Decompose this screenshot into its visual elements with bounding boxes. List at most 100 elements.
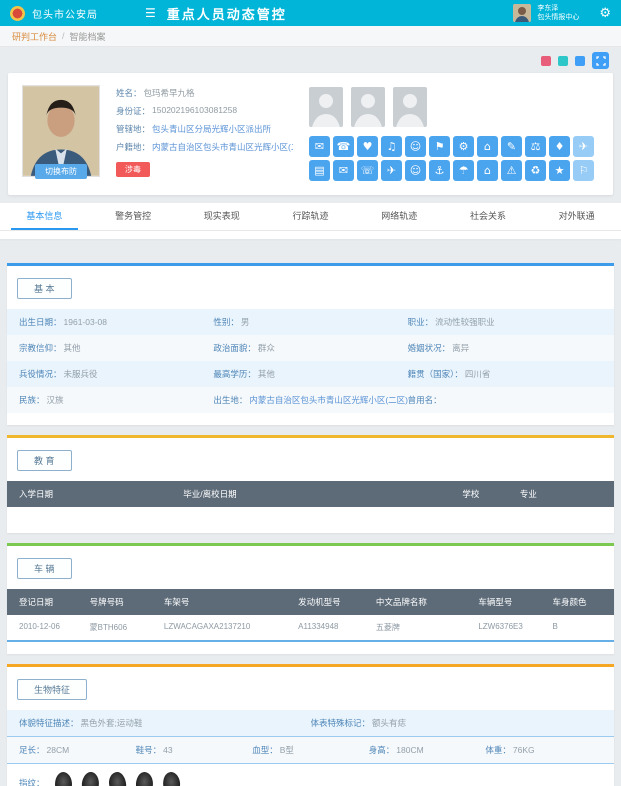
- field-label: 职业：: [408, 317, 434, 327]
- tab-movement-track[interactable]: 行踪轨迹: [266, 203, 355, 230]
- anchor-icon[interactable]: ⚓: [429, 160, 450, 181]
- column-header: 登记日期: [19, 596, 90, 608]
- fingerprint-image: [108, 771, 127, 786]
- top-navigation-bar: 包头市公安局 ☰ 重点人员动态管控 李东泽 包头情报中心 ⚙: [0, 0, 621, 26]
- telephone-icon[interactable]: ☏: [357, 160, 378, 181]
- fingerprint-image: [80, 771, 99, 786]
- section-education: 教 育 入学日期 毕业/离校日期 学校 专业: [7, 435, 614, 533]
- field-label: 体重：: [485, 745, 511, 755]
- tab-social-relations[interactable]: 社会关系: [444, 203, 533, 230]
- field-label: 民族：: [19, 395, 45, 405]
- field-label: 婚姻状况：: [408, 343, 451, 353]
- gear-icon[interactable]: ⚙: [599, 5, 611, 21]
- tab-network-track[interactable]: 网络轨迹: [355, 203, 444, 230]
- column-header: 毕业/离校日期: [183, 488, 462, 500]
- field-value: 群众: [258, 343, 275, 353]
- field-label: 出生日期：: [19, 317, 62, 327]
- basic-row: 宗教信仰：其他 政治面貌：群众 婚姻状况：离异: [7, 335, 614, 361]
- contact-icon[interactable]: ☺: [405, 136, 426, 157]
- home-icon[interactable]: ⌂: [477, 136, 498, 157]
- education-table-header: 入学日期 毕业/离校日期 学校 专业: [7, 481, 614, 507]
- field-label: 管辖地：: [116, 123, 150, 135]
- user-avatar-image: [513, 4, 531, 22]
- user-avatar[interactable]: [513, 4, 531, 22]
- umbrella-icon[interactable]: ☂: [453, 160, 474, 181]
- police-badge-icon: [10, 6, 25, 21]
- photo-placeholder[interactable]: [309, 87, 343, 127]
- tab-external-contact[interactable]: 对外联通: [532, 203, 621, 230]
- cell-value: B: [553, 622, 602, 633]
- flag-icon[interactable]: ⚑: [429, 136, 450, 157]
- photo-placeholder[interactable]: [393, 87, 427, 127]
- scale-icon[interactable]: ⚖: [525, 136, 546, 157]
- travel-icon[interactable]: ✈: [573, 136, 594, 157]
- section-biometric: 生物特征 体貌特征描述：黑色外套;运动鞋 体表特殊标记：额头有痣 足长：28CM…: [7, 664, 614, 786]
- tab-reality-performance[interactable]: 现实表现: [177, 203, 266, 230]
- person-icon[interactable]: ☺: [405, 160, 426, 181]
- view-toggle-blue-icon[interactable]: [575, 56, 585, 66]
- photo-placeholder[interactable]: [351, 87, 385, 127]
- user-org: 包头情报中心: [537, 13, 579, 22]
- breadcrumb-separator: /: [62, 31, 65, 41]
- card-icon[interactable]: ▤: [309, 160, 330, 181]
- section-vehicle: 车 辆 登记日期 号牌号码 车架号 发动机型号 中文品牌名称 车辆型号 车身颜色…: [7, 543, 614, 654]
- warning-icon[interactable]: ⚠: [501, 160, 522, 181]
- flight-icon[interactable]: ✈: [381, 160, 402, 181]
- field-value: 离异: [452, 343, 469, 353]
- cell-value: 2010-12-06: [19, 622, 90, 633]
- field-value: 流动性较强职业: [435, 317, 495, 327]
- fingerprint-image: [161, 771, 181, 786]
- phone-icon[interactable]: ☎: [333, 136, 354, 157]
- field-value: 43: [163, 745, 172, 755]
- profile-tabs: 基本信息 警务管控 现实表现 行踪轨迹 网络轨迹 社会关系 对外联通: [0, 203, 621, 231]
- column-header: 入学日期: [19, 488, 183, 500]
- tab-police-control[interactable]: 警务管控: [89, 203, 178, 230]
- house-icon[interactable]: ⌂: [477, 160, 498, 181]
- field-label: 血型：: [252, 745, 278, 755]
- education-empty-body: [7, 507, 614, 521]
- field-label: 鞋号：: [136, 745, 162, 755]
- recycle-icon[interactable]: ♻: [525, 160, 546, 181]
- tab-basic-info[interactable]: 基本信息: [0, 203, 89, 230]
- settings-icon[interactable]: ⚙: [453, 136, 474, 157]
- section-title-vehicle: 车 辆: [17, 558, 72, 579]
- media-icon[interactable]: ♫: [381, 136, 402, 157]
- breadcrumb-parent-link[interactable]: 研判工作台: [12, 30, 57, 43]
- fullscreen-button[interactable]: [592, 52, 609, 69]
- field-value: 76KG: [513, 745, 535, 755]
- field-label: 出生地：: [213, 395, 247, 405]
- message-icon[interactable]: ✉: [309, 136, 330, 157]
- star-icon[interactable]: ★: [549, 160, 570, 181]
- section-title-education: 教 育: [17, 450, 72, 471]
- basic-row: 出生日期：1961-03-08 性别：男 职业：流动性较强职业: [7, 309, 614, 335]
- field-label: 身份证：: [116, 105, 150, 117]
- basic-row: 民族：汉族 出生地：内蒙古自治区包头市青山区光辉小区(二区)-1-86 曾用名：: [7, 387, 614, 413]
- related-photo-slots: [309, 87, 599, 127]
- basic-row: 兵役情况：未服兵役 最高学历：其他 籍贯（国家）：四川省: [7, 361, 614, 387]
- user-name: 李东泽: [537, 4, 579, 13]
- field-idcard: 身份证： 150202196103081258: [116, 105, 293, 117]
- edit-icon[interactable]: ✎: [501, 136, 522, 157]
- heart-icon[interactable]: ♥: [357, 136, 378, 157]
- field-label: 最高学历：: [213, 369, 256, 379]
- field-value: 额头有痣: [372, 718, 406, 728]
- column-header: 中文品牌名称: [376, 596, 478, 608]
- flag-light-icon[interactable]: ⚐: [573, 160, 594, 181]
- cell-value: 蒙BTH606: [90, 622, 164, 633]
- field-value: 1961-03-08: [64, 317, 107, 327]
- field-value: 黑色外套;运动鞋: [81, 718, 143, 728]
- mail-icon[interactable]: ✉: [333, 160, 354, 181]
- vehicle-table-header: 登记日期 号牌号码 车架号 发动机型号 中文品牌名称 车辆型号 车身颜色: [7, 589, 614, 615]
- menu-toggle-icon[interactable]: ☰: [145, 6, 156, 20]
- asset-icon[interactable]: ♦: [549, 136, 570, 157]
- topbar-right: 李东泽 包头情报中心 ⚙: [513, 4, 611, 22]
- profile-right-panel: ✉ ☎ ♥ ♫ ☺ ⚑ ⚙ ⌂ ✎ ⚖ ♦ ✈ ▤ ✉ ☏ ✈ ☺ ⚓ ☂ ⌂ …: [309, 85, 599, 181]
- view-toggle-pink-icon[interactable]: [541, 56, 551, 66]
- drug-related-badge: 涉毒: [116, 162, 150, 177]
- biometric-row: 体貌特征描述：黑色外套;运动鞋 体表特殊标记：额头有痣: [7, 710, 614, 737]
- field-label: 性别：: [213, 317, 239, 327]
- field-value: 其他: [64, 343, 81, 353]
- section-title-biometric: 生物特征: [17, 679, 87, 700]
- switch-deploy-button[interactable]: 切换布防: [35, 164, 87, 179]
- view-toggle-teal-icon[interactable]: [558, 56, 568, 66]
